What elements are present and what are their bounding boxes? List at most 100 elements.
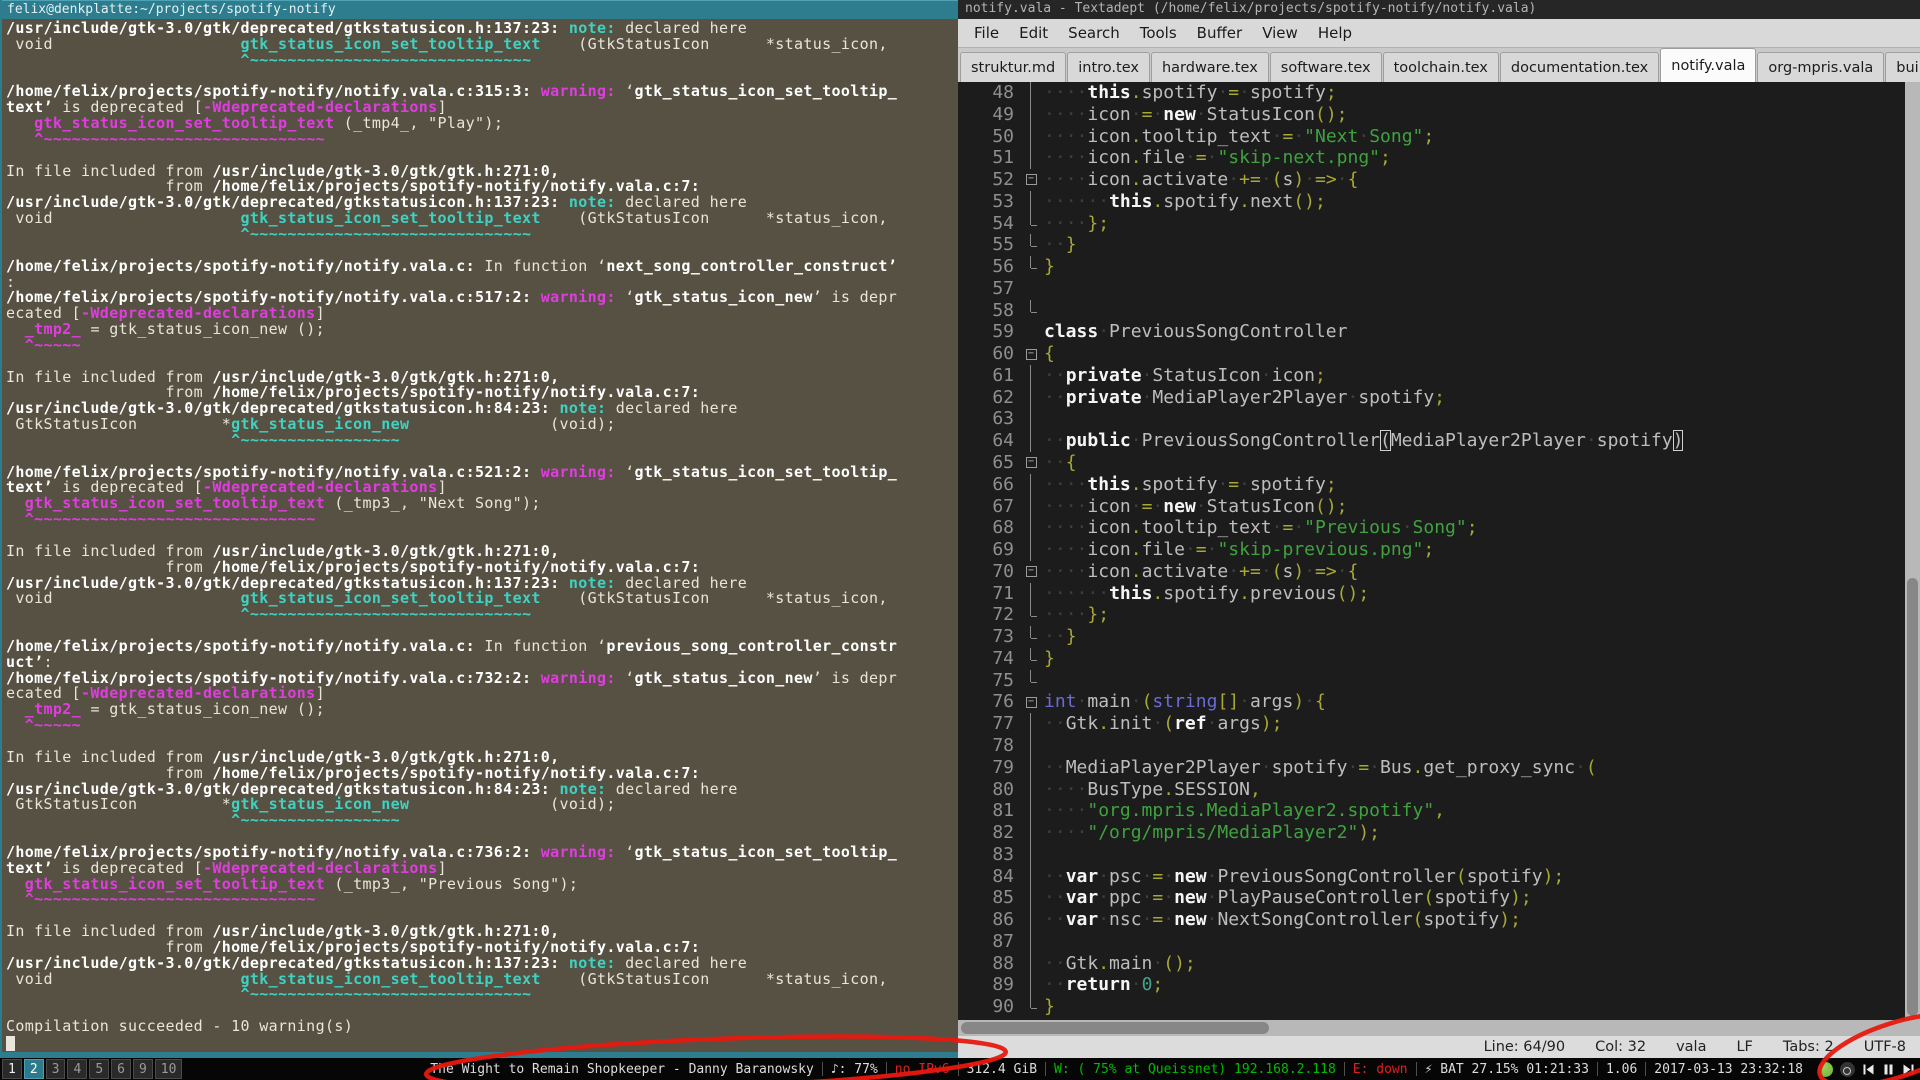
menu-edit[interactable]: Edit [1009,19,1058,47]
tab-toolchain.tex[interactable]: toolchain.tex [1382,52,1499,82]
workspace-button-4[interactable]: 4 [67,1059,88,1079]
horizontal-scrollbar[interactable] [958,1020,1905,1036]
code-line: 64 ··public·PreviousSongController(MediaP… [958,430,1905,452]
line-number: 57 [992,277,1014,299]
vertical-scrollbar[interactable] [1905,82,1920,1036]
fold-marker-icon[interactable]: − [1022,452,1040,474]
statusbar-block: The Wight to Remain Shopkeeper - Danny B… [430,1061,814,1077]
fold-marker-icon[interactable]: − [1022,343,1040,365]
line-number: 87 [992,930,1014,952]
fold-margin [1022,495,1040,518]
menu-view[interactable]: View [1252,19,1308,47]
workspace-button-6[interactable]: 6 [111,1059,131,1079]
terminal-line: ^~~~~~~~~~~~~~~~~~ [231,430,400,449]
status-blocks: The Wight to Remain Shopkeeper - Danny B… [422,1058,1811,1080]
code-line: 87 [958,930,1905,953]
workspace-button-9[interactable]: 9 [132,1059,153,1079]
code-line: 78 [958,734,1905,757]
code-line: 62 ··private·MediaPlayer2Player·spotify; [958,386,1905,409]
terminal-line: ^~~~~~~~~~~~~~~~~~~~~~~~~~~~~~~ [24,510,316,529]
code-line: 82 ····"/org/mpris/MediaPlayer2"); [958,822,1905,844]
steam-tray-icon[interactable] [1840,1061,1855,1077]
fold-margin [1022,299,1040,322]
line-number: 71 [992,582,1014,604]
tab-struktur.md[interactable]: struktur.md [960,52,1067,82]
workspace-button-3[interactable]: 3 [45,1059,66,1079]
terminal-line [6,1035,958,1051]
status-lang: vala [1676,1039,1707,1055]
fold-marker-icon[interactable]: − [1022,561,1040,583]
tab-hardware.tex[interactable]: hardware.tex [1150,52,1269,82]
code-line: 58 [958,299,1905,322]
fold-margin [1022,190,1040,213]
code-line: 54 ····}; [958,212,1905,235]
fold-margin [1022,887,1040,909]
fold-margin [1022,321,1040,343]
fold-margin [1022,626,1040,648]
line-number: 49 [992,103,1014,125]
tab-documentation.tex[interactable]: documentation.tex [1499,52,1660,82]
workspace-button-10[interactable]: 10 [154,1059,183,1079]
line-number: 88 [992,952,1014,974]
menu-search[interactable]: Search [1058,19,1130,47]
menu-help[interactable]: Help [1308,19,1362,47]
code-line: 55 ··} [958,234,1905,256]
tab-notify.vala[interactable]: notify.vala [1660,48,1757,82]
terminal-line: _tmp2_ = gtk_status_icon_new (); [24,700,325,719]
media-next-button[interactable] [1902,1063,1915,1076]
terminal-line: ^~~~~~~~~~~~~~~~~~~~~~~~~~~~~~~ [240,985,532,1004]
line-number: 78 [992,734,1014,756]
terminal-output[interactable]: /usr/include/gtk-3.0/gtk/deprecated/gtks… [2,19,958,1052]
fold-margin [1022,125,1040,148]
workspace-button-5[interactable]: 5 [89,1059,110,1079]
line-number: 52 [992,169,1014,191]
terminal-line: ^~~~~~~~~~~~~~~~~~~~~~~~~~~~~~~ [240,224,532,243]
code-line: 66 ····this.spotify·=·spotify; [958,473,1905,496]
code-line: 50 ····icon.tooltip_text·=·"Next·Song"; [958,125,1905,148]
tab-intro.tex[interactable]: intro.tex [1067,52,1150,82]
terminal-cursor [6,1035,15,1051]
media-pause-button[interactable] [1882,1063,1895,1076]
workspace-button-1[interactable]: 1 [2,1059,22,1079]
line-number: 84 [992,865,1014,887]
fold-margin [1022,234,1040,256]
menu-tools[interactable]: Tools [1130,19,1187,47]
line-number: 55 [992,234,1014,256]
code-line: 83 [958,843,1905,866]
code-line: 80 ····BusType.SESSION, [958,778,1905,801]
menu-buffer[interactable]: Buffer [1187,19,1253,47]
line-number: 70 [992,560,1014,582]
tab-software.tex[interactable]: software.tex [1269,52,1382,82]
fold-margin [1022,408,1040,431]
code-line: 59 class·PreviousSongController [958,321,1905,343]
status-eol: LF [1736,1039,1753,1055]
textadept-window[interactable]: notify.vala - Textadept (/home/felix/pro… [958,0,1920,1058]
fold-marker-icon[interactable]: − [1022,691,1040,713]
vertical-scrollbar-thumb[interactable] [1907,578,1918,1016]
terminal-line: /home/felix/projects/spotify-notify/noti… [6,256,898,275]
fold-marker-icon[interactable]: − [1022,169,1040,191]
code-editor[interactable]: 48 ····this.spotify·=·spotify; 49 ····icon·… [958,82,1905,1020]
fold-margin [1022,647,1040,670]
workspace-button-2[interactable]: 2 [23,1059,44,1079]
code-line: 49 ····icon·=·new·StatusIcon(); [958,103,1905,126]
code-line: 90} [958,996,1905,1018]
spotify-tray-icon[interactable] [1818,1061,1833,1077]
fold-margin [1022,473,1040,496]
tab-org-mpris.vala[interactable]: org-mpris.vala [1757,52,1885,82]
terminal-line: ^~~~~~~~~~~~~~~~~~ [231,811,400,830]
terminal-window[interactable]: felix@denkplatte:~/projects/spotify-noti… [0,0,958,1058]
tab-build.sh[interactable]: build.sh [1885,52,1920,82]
fold-margin [1022,278,1040,300]
fold-margin [1022,364,1040,387]
fold-margin [1022,800,1040,822]
code-line: 52− ····icon.activate·+=·(s)·=>·{ [958,169,1905,191]
line-number: 83 [992,843,1014,865]
line-number: 80 [992,778,1014,800]
code-line: 88 ··Gtk.main·(); [958,952,1905,975]
code-line: 89 ··return·0; [958,974,1905,996]
media-previous-button[interactable] [1862,1063,1875,1076]
line-number: 74 [992,647,1014,669]
horizontal-scrollbar-thumb[interactable] [961,1022,1269,1034]
menu-file[interactable]: File [964,19,1009,47]
